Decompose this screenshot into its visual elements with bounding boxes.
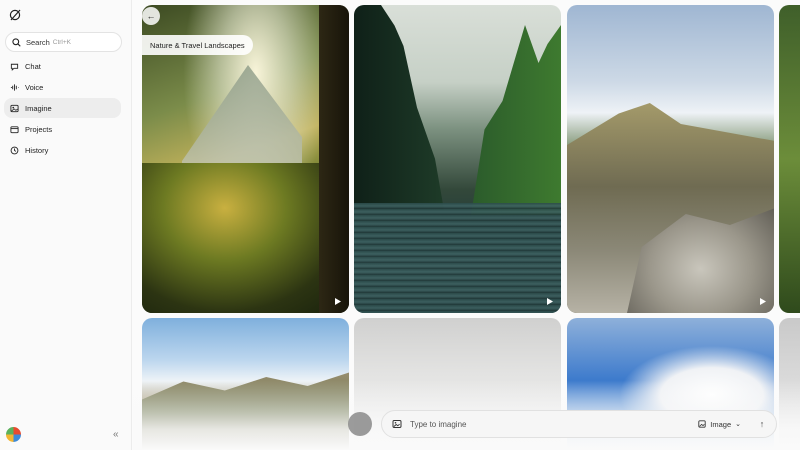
play-icon bbox=[547, 298, 553, 305]
imagine-icon bbox=[10, 104, 19, 112]
scroll-indicator[interactable] bbox=[348, 412, 372, 436]
sidebar-nav: Chat Voice Imagine Projects History bbox=[4, 56, 121, 161]
foliage-shape bbox=[142, 163, 349, 313]
sidebar-item-voice[interactable]: Voice bbox=[4, 77, 121, 97]
tree-trunk-shape bbox=[319, 5, 349, 313]
history-icon bbox=[10, 146, 19, 154]
arrow-up-icon: ↑ bbox=[759, 419, 765, 429]
sidebar-item-chat[interactable]: Chat bbox=[4, 56, 121, 76]
send-button[interactable]: ↑ bbox=[755, 417, 769, 431]
gallery-title: Nature & Travel Landscapes bbox=[142, 35, 253, 55]
chat-icon bbox=[10, 63, 19, 71]
gallery-tile-rocky-ridge[interactable] bbox=[567, 5, 774, 313]
sidebar-item-label: Imagine bbox=[25, 103, 52, 113]
logo-icon[interactable] bbox=[9, 9, 21, 21]
image-mode-icon bbox=[698, 420, 706, 428]
prompt-input[interactable] bbox=[410, 419, 699, 429]
sidebar-item-label: Projects bbox=[25, 124, 53, 134]
sidebar-item-label: Voice bbox=[25, 82, 44, 92]
trees-left-shape bbox=[354, 5, 444, 210]
search-icon bbox=[12, 37, 21, 47]
collapse-sidebar-icon[interactable]: « bbox=[113, 429, 119, 440]
chevron-down-icon: ⌄ bbox=[735, 421, 741, 428]
back-button[interactable]: ← bbox=[142, 7, 160, 25]
sidebar: Search Ctrl+K Chat Voice Imagine Project… bbox=[0, 0, 132, 450]
trees-right-shape bbox=[471, 25, 561, 215]
mode-dropdown[interactable]: Image ⌄ bbox=[698, 420, 741, 429]
search-label: Search bbox=[26, 37, 50, 47]
water-shape bbox=[354, 203, 561, 313]
sidebar-item-label: History bbox=[25, 145, 49, 155]
play-icon bbox=[335, 298, 341, 305]
back-arrow-icon: ← bbox=[146, 11, 156, 21]
search-shortcut: Ctrl+K bbox=[52, 38, 72, 46]
projects-icon bbox=[10, 125, 19, 133]
gallery-tile-partial-forest[interactable] bbox=[779, 5, 800, 313]
sidebar-item-projects[interactable]: Projects bbox=[4, 119, 121, 139]
sidebar-item-imagine[interactable]: Imagine bbox=[4, 98, 121, 118]
app-root: Search Ctrl+K Chat Voice Imagine Project… bbox=[0, 0, 800, 450]
voice-icon bbox=[10, 83, 19, 91]
play-icon bbox=[760, 298, 766, 305]
attach-image-icon[interactable] bbox=[392, 419, 402, 429]
image-gallery: ← Nature & Travel Landscapes bbox=[133, 0, 800, 450]
search-button[interactable]: Search Ctrl+K bbox=[5, 32, 122, 52]
prompt-bar: Image ⌄ ↑ bbox=[381, 410, 777, 438]
mode-label: Image bbox=[710, 419, 732, 429]
avatar[interactable] bbox=[6, 427, 21, 442]
sidebar-item-label: Chat bbox=[25, 61, 41, 71]
sidebar-item-history[interactable]: History bbox=[4, 140, 121, 160]
gallery-tile-forest-lake[interactable] bbox=[354, 5, 561, 313]
